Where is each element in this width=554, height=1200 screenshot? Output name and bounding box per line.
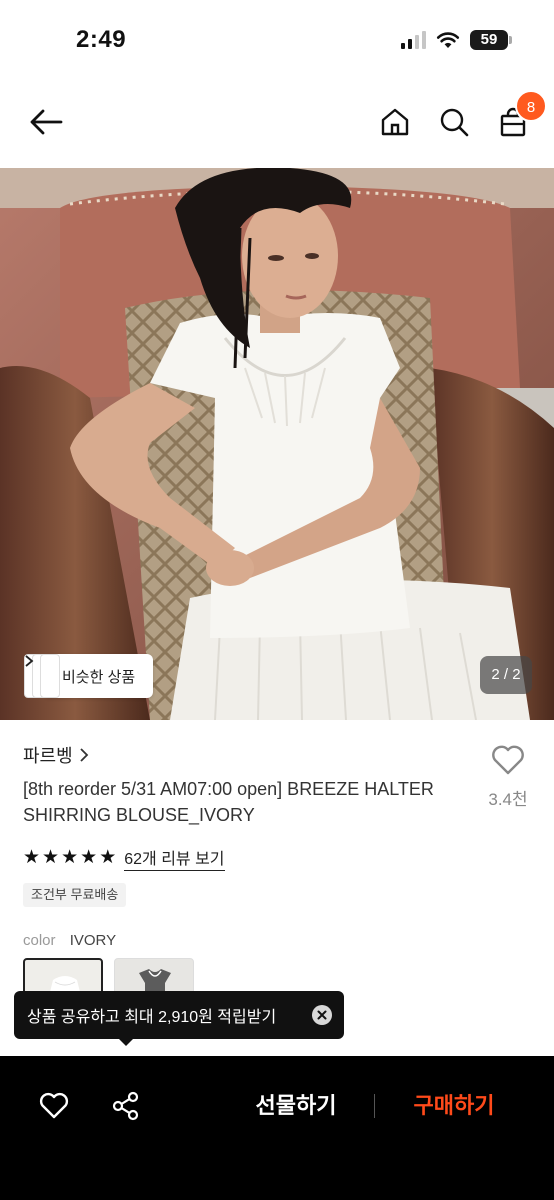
- image-page-indicator: 2 / 2: [480, 656, 532, 694]
- shipping-badge: 조건부 무료배송: [23, 883, 127, 907]
- chevron-right-icon: [25, 655, 34, 667]
- brand-name: 파르벵: [23, 746, 73, 766]
- review-link[interactable]: 62개 리뷰 보기: [124, 845, 225, 871]
- home-icon: [381, 108, 409, 136]
- bottom-wishlist-button[interactable]: [36, 1088, 72, 1124]
- status-icons: 59: [401, 30, 512, 50]
- share-button[interactable]: [108, 1088, 144, 1124]
- tooltip-text: 상품 공유하고 최대 2,910원 적립받기: [27, 1009, 277, 1026]
- battery-indicator: 59: [470, 30, 512, 50]
- divider: [374, 1094, 375, 1118]
- star-rating: ★ ★ ★ ★ ★: [23, 848, 116, 868]
- bottom-action-bar: 선물하기 구매하기: [0, 1056, 554, 1200]
- heart-outline-icon: [492, 745, 524, 775]
- star-icon: ★: [80, 847, 98, 868]
- similar-products-pill[interactable]: 비슷한 상품: [25, 654, 154, 698]
- product-title: [8th reorder 5/31 AM07:00 open] BREEZE H…: [23, 779, 434, 825]
- color-value: IVORY: [69, 932, 117, 949]
- product-image-gallery[interactable]: 비슷한 상품 2 / 2: [0, 168, 554, 720]
- cart-button[interactable]: 8: [493, 90, 547, 142]
- heart-outline-icon: [39, 1092, 69, 1119]
- close-icon: [317, 1010, 327, 1020]
- color-label: color: [23, 932, 56, 949]
- gift-button[interactable]: 선물하기: [240, 1086, 352, 1126]
- brand-link[interactable]: 파르벵: [23, 742, 89, 768]
- back-button[interactable]: [26, 102, 66, 142]
- status-time: 2:49: [76, 26, 127, 53]
- cellular-signal-icon: [401, 31, 426, 49]
- chevron-right-icon: [80, 748, 88, 762]
- like-count: 3.4천: [488, 790, 528, 809]
- share-icon: [112, 1091, 139, 1121]
- wishlist-button[interactable]: 3.4천: [478, 744, 538, 810]
- star-icon: ★: [99, 847, 117, 868]
- search-button[interactable]: [434, 102, 474, 142]
- status-bar: 2:49 59: [0, 0, 554, 80]
- tooltip-pointer: [118, 1038, 134, 1046]
- product-photo: [0, 168, 554, 720]
- similar-products-button[interactable]: 비슷한 상품: [24, 654, 154, 698]
- share-reward-tooltip: 상품 공유하고 최대 2,910원 적립받기: [14, 991, 344, 1039]
- tooltip-close-button[interactable]: [312, 1005, 332, 1025]
- color-row: color IVORY: [23, 932, 116, 949]
- cart-count-badge: 8: [515, 90, 547, 122]
- arrow-left-icon: [30, 109, 63, 135]
- star-icon: ★: [42, 847, 60, 868]
- star-icon: ★: [23, 847, 41, 868]
- home-button[interactable]: [375, 102, 415, 142]
- buy-button[interactable]: 구매하기: [398, 1086, 510, 1126]
- rating-row: ★ ★ ★ ★ ★ 62개 리뷰 보기: [23, 845, 225, 871]
- similar-products-label: 비슷한 상품: [62, 668, 136, 686]
- wifi-icon: [436, 32, 460, 48]
- star-icon: ★: [61, 847, 79, 868]
- search-icon: [440, 108, 469, 137]
- top-nav: 8: [0, 80, 554, 168]
